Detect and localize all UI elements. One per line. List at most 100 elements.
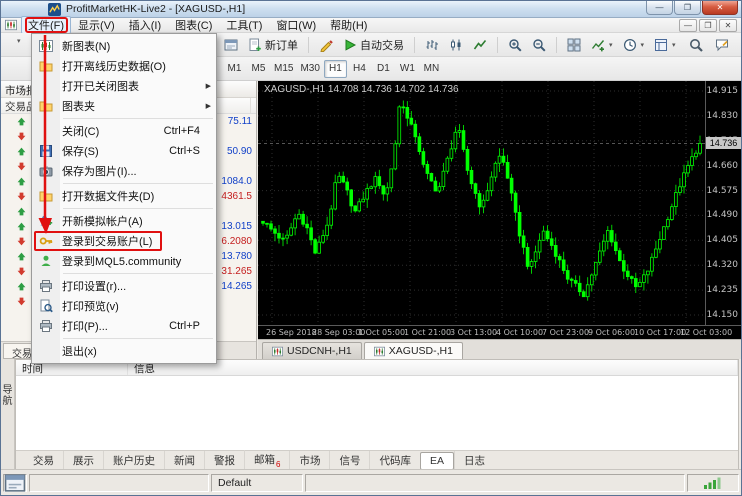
menu-帮助(H)[interactable]: 帮助(H): [323, 16, 374, 34]
file-menu-item[interactable]: 打开已关闭图表▶: [32, 76, 216, 96]
terminal-tab-EA[interactable]: EA: [420, 452, 454, 470]
zoom-out-button[interactable]: [528, 35, 550, 55]
timeframe-M5-button[interactable]: M5: [247, 60, 270, 78]
time-tick-label: 7 Oct 23:00: [542, 328, 589, 337]
child-minimize-button[interactable]: —: [679, 19, 697, 32]
time-tick-label: 3 Oct 13:00: [450, 328, 497, 337]
file-menu-item[interactable]: 打印设置(r)...: [32, 276, 216, 296]
templates-button[interactable]: ▾: [650, 35, 680, 55]
terminal-tab-展示[interactable]: 展示: [63, 451, 103, 470]
terminal-tab-市场[interactable]: 市场: [289, 451, 329, 470]
menu-工具(T)[interactable]: 工具(T): [219, 16, 269, 34]
menubar-items: 文件(F)显示(V)插入(I)图表(C)工具(T)窗口(W)帮助(H): [21, 16, 374, 34]
minimize-button[interactable]: —: [646, 1, 673, 15]
terminal-tab-信号[interactable]: 信号: [329, 451, 369, 470]
account-plus-icon: [37, 214, 55, 228]
timeframe-W1-button[interactable]: W1: [396, 60, 419, 78]
printer-icon: [37, 319, 55, 333]
dropdown-caret-icon: ▾: [17, 37, 21, 45]
bar-chart-mode-button[interactable]: [421, 35, 443, 55]
menu-窗口(W)[interactable]: 窗口(W): [269, 16, 323, 34]
tile-windows-button[interactable]: [563, 35, 585, 55]
timeframe-H1-button[interactable]: H1: [324, 60, 347, 78]
new-chart-button[interactable]: ▾: [16, 37, 21, 45]
timeframe-M1-button[interactable]: M1: [223, 60, 246, 78]
maximize-button[interactable]: ❐: [674, 1, 701, 15]
chart-tab-label: XAGUSD-,H1: [389, 345, 453, 357]
community-icon: [37, 254, 55, 268]
terminal-tab-新闻[interactable]: 新闻: [164, 451, 204, 470]
chart-child-icon: [272, 346, 283, 357]
file-menu-item-label: 登录到MQL5.community: [62, 253, 181, 269]
timeframe-M15-button[interactable]: M15: [271, 60, 296, 78]
tile-windows-icon: [567, 38, 581, 52]
terminal-tab-邮箱[interactable]: 邮箱6: [244, 450, 289, 470]
time-tick-label: 9 Oct 06:00: [588, 328, 635, 337]
file-menu-item[interactable]: 登录到交易账户(L): [32, 231, 216, 251]
file-menu-item[interactable]: 打开离线历史数据(O): [32, 56, 216, 76]
metaeditor-button[interactable]: [315, 35, 337, 55]
periods-button[interactable]: ▾: [619, 35, 649, 55]
chart-tab-XAGUSD-,H1[interactable]: XAGUSD-,H1: [364, 342, 463, 359]
menu-文件(F)[interactable]: 文件(F): [21, 16, 71, 34]
terminal-tab-label: 日志: [464, 455, 485, 467]
timeframe-D1-button[interactable]: D1: [372, 60, 395, 78]
terminal-tab-日志[interactable]: 日志: [454, 451, 494, 470]
autotrading-label: 自动交易: [360, 37, 404, 53]
menu-图表(C)[interactable]: 图表(C): [168, 16, 219, 34]
timeframe-M30-button[interactable]: M30: [297, 60, 322, 78]
candlestick-mode-button[interactable]: [445, 35, 467, 55]
statusbar-context-cell: [29, 474, 209, 492]
file-menu-item[interactable]: 保存为图片(I)...: [32, 161, 216, 181]
chart-tab-USDCNH-,H1[interactable]: USDCNH-,H1: [262, 342, 362, 359]
terminal-tab-账户历史[interactable]: 账户历史: [103, 451, 164, 470]
time-tick-label: 26 Sep 2018: [266, 328, 317, 337]
terminal-toggle-button[interactable]: [220, 35, 242, 55]
file-menu-item[interactable]: 关闭(C)Ctrl+F4: [32, 121, 216, 141]
file-menu-item[interactable]: 打开数据文件夹(D): [32, 186, 216, 206]
file-menu-item[interactable]: 图表夹▶: [32, 96, 216, 116]
price-scale[interactable]: 14.91514.83014.74514.66014.57514.49014.4…: [705, 81, 741, 325]
new-order-button[interactable]: 新订单: [244, 35, 302, 55]
candlestick-chart[interactable]: [258, 81, 705, 325]
price-tick-label: 14.575: [707, 186, 739, 196]
file-menu-item-label: 打开离线历史数据(O): [62, 58, 166, 74]
community-chat-button[interactable]: [711, 35, 733, 55]
search-button[interactable]: [685, 35, 707, 55]
terminal-tab-代码库[interactable]: 代码库: [369, 451, 420, 470]
chart-child-icon: [37, 39, 55, 53]
terminal-tab-label: EA: [430, 455, 444, 467]
timeframe-H4-button[interactable]: H4: [348, 60, 371, 78]
line-chart-mode-button[interactable]: [469, 35, 491, 55]
chart-window[interactable]: XAGUSD-,H1 14.708 14.736 14.702 14.736 1…: [258, 81, 741, 339]
zoom-in-icon: [508, 38, 522, 52]
file-menu-item[interactable]: 开新模拟帐户(A): [32, 211, 216, 231]
statusbar-message-cell: [305, 474, 685, 492]
bar-chart-icon: [425, 38, 439, 52]
timeframe-MN-button[interactable]: MN: [420, 60, 443, 78]
menu-插入(I)[interactable]: 插入(I): [122, 16, 168, 34]
zoom-in-button[interactable]: [504, 35, 526, 55]
menu-显示(V)[interactable]: 显示(V): [71, 16, 122, 34]
terminal-column-信息[interactable]: 信息: [128, 360, 738, 375]
autotrading-button[interactable]: 自动交易: [339, 35, 408, 55]
up-sym-icon: [16, 251, 27, 262]
terminal-tab-警报[interactable]: 警报: [204, 451, 244, 470]
navigator-dock-tab[interactable]: 导航: [1, 359, 15, 471]
close-button[interactable]: ✕: [702, 1, 738, 15]
file-menu-item[interactable]: 登录到MQL5.community: [32, 251, 216, 271]
indicators-button[interactable]: ▾: [587, 35, 617, 55]
time-axis[interactable]: 26 Sep 201828 Sep 03:001 Oct 05:001 Oct …: [258, 325, 741, 339]
file-menu-item[interactable]: 保存(S)Ctrl+S: [32, 141, 216, 161]
connection-menu-icon[interactable]: [3, 474, 27, 492]
file-menu-item[interactable]: 打印预览(v): [32, 296, 216, 316]
file-menu-item-label: 新图表(N): [62, 38, 110, 54]
bid-price: 13.015: [221, 221, 252, 232]
profile-indicator[interactable]: Default: [211, 474, 303, 492]
terminal-tab-交易[interactable]: 交易: [24, 451, 63, 470]
child-close-button[interactable]: ✕: [719, 19, 737, 32]
file-menu-item[interactable]: 退出(x): [32, 341, 216, 361]
child-restore-button[interactable]: ❐: [699, 19, 717, 32]
file-menu-item[interactable]: 新图表(N): [32, 36, 216, 56]
file-menu-item[interactable]: 打印(P)...Ctrl+P: [32, 316, 216, 336]
